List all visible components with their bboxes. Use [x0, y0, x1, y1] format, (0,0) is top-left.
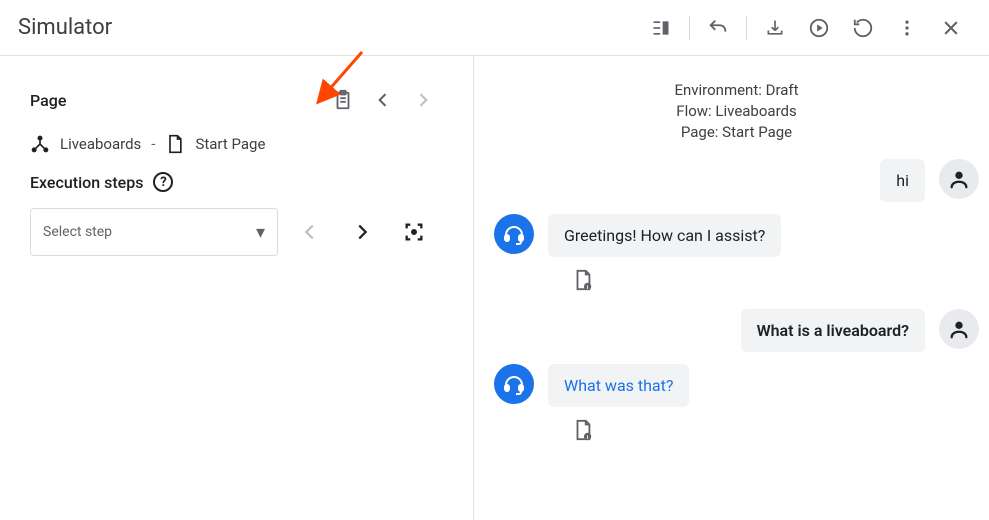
focus-button[interactable] — [394, 212, 434, 252]
toolbar-separator — [689, 16, 690, 40]
more-button[interactable] — [887, 8, 927, 48]
breadcrumb-separator: - — [151, 135, 155, 153]
breadcrumb: Liveaboards - Start Page — [30, 134, 443, 154]
toolbar — [641, 8, 971, 48]
agent-message-row: Greetings! How can I assist? — [494, 214, 979, 257]
topbar: Simulator — [0, 0, 989, 56]
user-avatar — [939, 159, 979, 199]
flow-icon — [30, 134, 50, 154]
agent-message-bubble: Greetings! How can I assist? — [548, 214, 781, 257]
help-icon[interactable]: ? — [153, 172, 173, 192]
conversation-area: hi Greetings! How can I assist? i What is a… — [494, 159, 979, 441]
breadcrumb-flow[interactable]: Liveaboards — [60, 135, 141, 153]
context-info: Environment: Draft Flow: Liveaboards Pag… — [494, 80, 979, 143]
page-next-button[interactable] — [403, 80, 443, 120]
step-prev-button[interactable] — [290, 212, 330, 252]
close-button[interactable] — [931, 8, 971, 48]
breadcrumb-page[interactable]: Start Page — [195, 135, 265, 153]
toggle-panel-button[interactable] — [641, 8, 681, 48]
clipboard-button[interactable] — [323, 80, 363, 120]
agent-message-bubble[interactable]: What was that? — [548, 364, 689, 407]
right-panel: Environment: Draft Flow: Liveaboards Pag… — [474, 56, 989, 520]
user-message-bubble: hi — [880, 159, 925, 202]
user-message-row: What is a liveaboard? — [494, 309, 979, 352]
step-next-button[interactable] — [342, 212, 382, 252]
page-prev-button[interactable] — [363, 80, 403, 120]
import-button[interactable] — [755, 8, 795, 48]
page-label: Page — [30, 91, 323, 110]
payload-icon[interactable]: i — [572, 419, 979, 441]
payload-icon[interactable]: i — [572, 269, 979, 291]
app-title: Simulator — [18, 15, 112, 40]
user-avatar — [939, 309, 979, 349]
user-message-row: hi — [494, 159, 979, 202]
chevron-down-icon: ▾ — [256, 222, 265, 243]
step-controls: Select step ▾ — [30, 208, 443, 256]
execution-steps-header: Execution steps ? — [30, 172, 443, 192]
agent-avatar — [494, 364, 534, 404]
toolbar-separator — [746, 16, 747, 40]
page-section-header: Page — [30, 80, 443, 120]
play-button[interactable] — [799, 8, 839, 48]
select-step-placeholder: Select step — [43, 224, 112, 240]
agent-message-row: What was that? — [494, 364, 979, 407]
undo-button[interactable] — [698, 8, 738, 48]
reset-button[interactable] — [843, 8, 883, 48]
left-panel: Page Liveaboards - Start Page Execution — [0, 56, 474, 520]
page-icon — [165, 134, 185, 154]
user-message-bubble: What is a liveaboard? — [741, 309, 925, 352]
select-step-dropdown[interactable]: Select step ▾ — [30, 208, 278, 256]
agent-avatar — [494, 214, 534, 254]
main: Page Liveaboards - Start Page Execution — [0, 56, 989, 520]
execution-steps-label: Execution steps — [30, 173, 143, 192]
